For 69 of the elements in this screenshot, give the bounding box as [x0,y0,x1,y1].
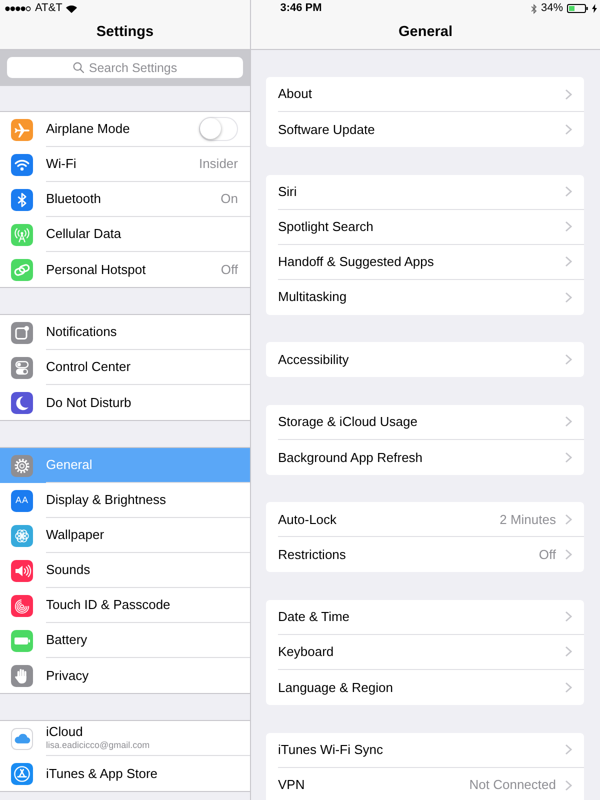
settings-row[interactable]: Handoff & Suggested Apps [266,244,584,280]
sidebar-item[interactable]: iTunes & App Store [0,756,250,791]
sidebar-item[interactable]: Battery [0,623,250,658]
sidebar-item[interactable]: Sounds [0,553,250,588]
chevron-icon [565,124,572,135]
item-value: Insider [198,155,238,174]
settings-row[interactable]: Spotlight Search [266,210,584,245]
chevron-icon [565,221,572,232]
search-icon [72,62,84,73]
settings-row[interactable]: VPN Not Connected [266,768,584,800]
settings-row[interactable]: Multitasking [266,280,584,315]
chevron-icon [565,549,572,560]
wifi-icon [66,4,78,12]
settings-row[interactable]: Date & Time [266,600,584,635]
sidebar-item[interactable]: Bluetooth On [0,182,250,217]
sidebar-item[interactable]: Wallpaper [0,518,250,553]
battery-icon [567,4,588,13]
row-value: Not Connected [469,776,556,794]
sidebar-item[interactable]: iCloud lisa.eadicicco@gmail.com [0,721,250,756]
sidebar-item[interactable]: Touch ID & Passcode [0,588,250,623]
chevron-icon [565,646,572,658]
bluetooth-icon [530,4,537,14]
chevron-icon [565,780,572,791]
sidebar-item[interactable]: Do Not Disturb [0,385,250,420]
chevron-icon [565,611,572,622]
signal-icon [5,6,31,12]
chevron-icon [565,416,572,428]
status-time: 3:46 PM [280,3,322,14]
sidebar-item[interactable]: Airplane Mode [0,112,250,147]
carrier-name: AT&T [35,3,62,14]
sidebar-item[interactable]: AA Display & Brightness [0,483,250,518]
chevron-icon [565,354,572,366]
chevron-icon [565,292,572,303]
settings-row[interactable]: Language & Region [266,670,584,705]
sidebar-item[interactable]: Wi-Fi Insider [0,147,250,182]
battery-percent: 34% [540,3,563,14]
toggle-switch[interactable] [199,117,238,141]
row-value: Off [538,546,556,564]
chevron-icon [565,256,572,268]
item-value: Off [220,260,238,279]
sidebar-item[interactable]: Personal Hotspot Off [0,252,250,287]
sidebar-item[interactable]: Notifications [0,315,250,350]
search-field[interactable]: Search Settings [7,57,243,78]
row-value: 2 Minutes [500,510,556,529]
chevron-icon [565,186,572,198]
item-value: On [220,190,238,208]
settings-row[interactable]: iTunes Wi-Fi Sync [266,732,584,768]
account-email: lisa.eadicicco@gmail.com [46,740,150,751]
settings-row[interactable]: Background App Refresh [266,440,584,475]
settings-row[interactable]: Auto-Lock 2 Minutes [266,502,584,538]
settings-row[interactable]: Keyboard [266,634,584,670]
bolt-icon [592,4,597,13]
sidebar-title: Settings [96,24,154,42]
sidebar-item[interactable]: Privacy [0,658,250,693]
settings-row[interactable]: Siri [266,174,584,210]
chevron-icon [565,744,572,756]
letters-icon: AA [11,490,33,512]
settings-row[interactable]: Accessibility [266,342,584,378]
settings-row[interactable]: Storage & iCloud Usage [266,404,584,440]
chevron-icon [565,88,572,100]
settings-row[interactable]: Restrictions Off [266,537,584,572]
sidebar-item[interactable]: Control Center [0,350,250,385]
page-title: General [398,24,452,42]
chevron-icon [565,682,572,693]
settings-row[interactable]: Software Update [266,112,584,147]
chevron-icon [565,452,572,463]
chevron-icon [565,514,572,525]
sidebar-item[interactable]: Cellular Data [0,217,250,252]
settings-row[interactable]: About [266,77,584,112]
